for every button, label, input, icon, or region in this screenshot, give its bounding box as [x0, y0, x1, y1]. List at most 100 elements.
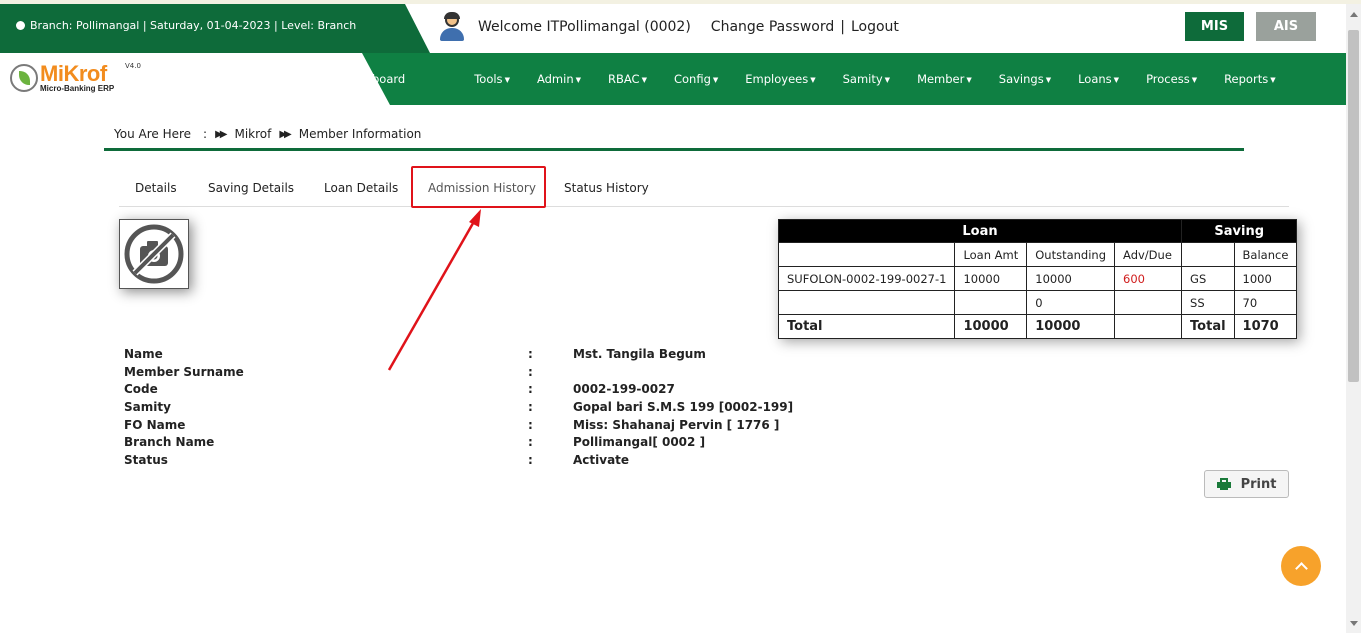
double-chevron-icon: ▶▶ [279, 128, 292, 140]
breadcrumb-colon: : [203, 127, 208, 141]
total-loan-amt: 10000 [954, 314, 1028, 339]
page-scrollbar[interactable] [1346, 4, 1361, 633]
double-chevron-icon: ▶▶ [215, 128, 228, 140]
nav-item-reports[interactable]: Reports ▼ [1224, 72, 1276, 86]
table-group-header: Loan Saving [777, 219, 1298, 243]
balance-header: Balance [1233, 242, 1298, 267]
outstanding-cell: 0 [1026, 290, 1116, 315]
globe-icon [16, 21, 25, 30]
nav-item-config[interactable]: Config ▼ [674, 72, 718, 86]
breadcrumb-root[interactable]: Mikrof [234, 127, 271, 141]
user-avatar-icon [438, 12, 466, 42]
saving-type-cell: SS [1181, 290, 1235, 315]
nav-item-admin[interactable]: Admin ▼ [537, 72, 581, 86]
member-photo [119, 219, 189, 289]
table-row: SUFOLON-0002-199-0027-1 10000 10000 600 … [777, 266, 1298, 291]
breadcrumb-prefix: You Are Here [114, 127, 192, 141]
field-colon: : [528, 400, 533, 415]
loan-amt-cell: 10000 [954, 266, 1028, 291]
tab-details[interactable]: Details [135, 168, 177, 207]
member-info: Name : Mst. Tangila Begum Member Surname… [124, 347, 824, 471]
caret-down-icon: ▼ [575, 76, 581, 84]
field-value: Mst. Tangila Begum [573, 347, 706, 361]
field-value: 0002-199-0027 [573, 382, 675, 397]
field-value: Miss: Shahanaj Pervin [ 1776 ] [573, 417, 780, 432]
field-label: FO Name [124, 417, 186, 432]
caret-down-icon: ▼ [641, 76, 647, 84]
loan-code-cell: SUFOLON-0002-199-0027-1 [777, 266, 956, 291]
balance-cell: 1000 [1233, 266, 1298, 291]
caret-down-icon: ▼ [966, 76, 972, 84]
scroll-to-top-button[interactable] [1281, 546, 1321, 586]
tab-saving-details[interactable]: Saving Details [208, 168, 294, 207]
top-strip [0, 0, 1361, 4]
printer-icon [1216, 478, 1231, 490]
field-label: Name [124, 347, 163, 361]
welcome-text: Welcome ITPollimangal (0002) [478, 19, 691, 35]
field-colon: : [528, 417, 533, 432]
nav-item-samity[interactable]: Samity ▼ [843, 72, 890, 86]
nav-item-process[interactable]: Process ▼ [1146, 72, 1197, 86]
scroll-down-arrow-icon[interactable] [1350, 621, 1358, 626]
field-colon: : [528, 435, 533, 450]
branch-info-text: Branch: Pollimangal | Saturday, 01-04-20… [30, 19, 357, 32]
ais-button[interactable]: AIS [1256, 12, 1316, 41]
total-balance: 1070 [1233, 314, 1298, 339]
field-label: Code [124, 382, 158, 397]
caret-down-icon: ▼ [504, 76, 510, 84]
field-colon: : [528, 382, 533, 397]
field-label: Samity [124, 400, 171, 415]
logo[interactable]: MiKrof V4.0 Micro-Banking ERP [0, 53, 390, 105]
caret-down-icon: ▼ [1270, 76, 1276, 84]
table-total-row: Total 10000 10000 Total 1070 [777, 314, 1298, 339]
tab-status-history[interactable]: Status History [564, 168, 649, 207]
logo-version: V4.0 [125, 62, 141, 70]
nav-item-savings[interactable]: Savings ▼ [999, 72, 1051, 86]
saving-type-header [1181, 242, 1235, 267]
print-label: Print [1240, 476, 1277, 492]
mis-button[interactable]: MIS [1185, 12, 1244, 41]
total-outstanding: 10000 [1026, 314, 1116, 339]
info-row-code: Code : 0002-199-0027 [124, 382, 824, 400]
caret-down-icon: ▼ [810, 76, 816, 84]
scrollbar-thumb[interactable] [1348, 30, 1359, 382]
nav-item-tools[interactable]: Tools ▼ [474, 72, 510, 86]
loan-code-header [777, 242, 956, 267]
field-value: Gopal bari S.M.S 199 [0002-199] [573, 400, 794, 415]
nav-item-employees[interactable]: Employees ▼ [745, 72, 815, 86]
field-colon: : [528, 453, 533, 468]
field-colon: : [528, 364, 533, 379]
no-photo-camera-icon [124, 224, 184, 284]
loan-group-header: Loan [777, 219, 1183, 243]
nav-item-rbac[interactable]: RBAC ▼ [608, 72, 647, 86]
scroll-up-arrow-icon[interactable] [1350, 12, 1358, 17]
field-label: Branch Name [124, 435, 215, 450]
info-row-status: Status : Activate [124, 453, 824, 471]
print-button[interactable]: Print [1204, 470, 1289, 498]
field-label: Status [124, 453, 168, 468]
field-label: Member Surname [124, 364, 244, 379]
info-row-surname: Member Surname : [124, 365, 824, 383]
nav-item-member[interactable]: Member ▼ [917, 72, 972, 86]
adv-due-cell: 600 [1114, 266, 1183, 291]
outstanding-header: Outstanding [1026, 242, 1116, 267]
caret-down-icon: ▼ [884, 76, 891, 84]
breadcrumb-current: Member Information [298, 127, 422, 141]
adv-due-cell [1114, 290, 1183, 315]
adv-due-header: Adv/Due [1114, 242, 1183, 267]
branch-info: Branch: Pollimangal | Saturday, 01-04-20… [16, 19, 356, 32]
nav-item-loans[interactable]: Loans ▼ [1078, 72, 1119, 86]
total-saving-label: Total [1181, 314, 1235, 339]
logout-link[interactable]: Logout [851, 19, 899, 35]
info-row-fo-name: FO Name : Miss: Shahanaj Pervin [ 1776 ] [124, 418, 824, 436]
user-area: Welcome ITPollimangal (0002) Change Pass… [438, 10, 899, 44]
balance-cell: 70 [1233, 290, 1298, 315]
logo-leaf-icon [10, 64, 38, 92]
loan-code-cell [777, 290, 956, 315]
breadcrumb-divider [104, 148, 1244, 151]
nav-items: board Tools ▼ Admin ▼ RBAC ▼ Config ▼ Employ… [372, 53, 1303, 105]
info-row-samity: Samity : Gopal bari S.M.S 199 [0002-199] [124, 400, 824, 418]
change-password-link[interactable]: Change Password [711, 19, 834, 35]
info-row-name: Name : Mst. Tangila Begum [124, 347, 824, 365]
loan-saving-summary-table: Loan Saving Loan Amt Outstanding Adv/Due… [777, 219, 1298, 339]
